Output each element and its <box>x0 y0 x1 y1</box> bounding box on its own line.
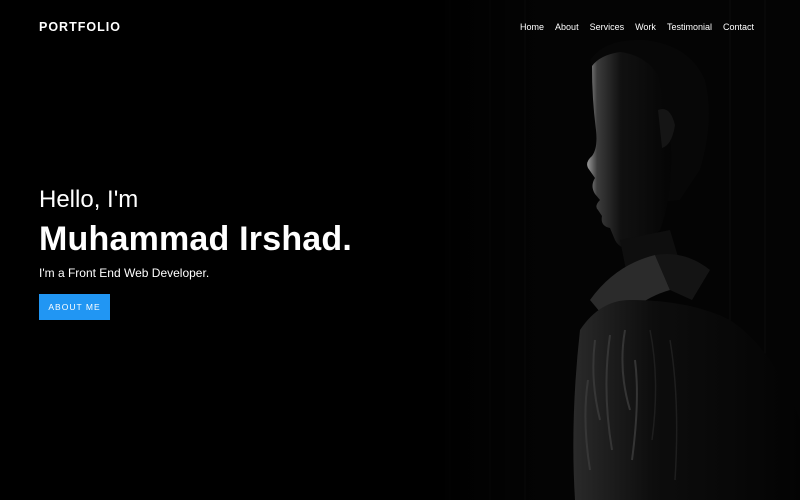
top-navbar: PORTFOLIO Home About Services Work Testi… <box>0 0 800 56</box>
brand-logo[interactable]: PORTFOLIO <box>39 20 121 34</box>
nav-link-about[interactable]: About <box>555 22 579 32</box>
nav-link-services[interactable]: Services <box>590 22 625 32</box>
about-me-button[interactable]: ABOUT ME <box>39 294 110 320</box>
nav-link-home[interactable]: Home <box>520 22 544 32</box>
hero-role: I'm a Front End Web Developer. <box>39 266 210 280</box>
portfolio-page: PORTFOLIO Home About Services Work Testi… <box>0 0 800 500</box>
nav-link-testimonial[interactable]: Testimonial <box>667 22 712 32</box>
hero-section: Hello, I'm Muhammad Irshad. I'm a Front … <box>39 183 352 320</box>
hero-name: Muhammad Irshad. <box>39 220 353 258</box>
main-nav: Home About Services Work Testimonial Con… <box>520 22 754 32</box>
nav-link-work[interactable]: Work <box>635 22 656 32</box>
hero-portrait <box>430 0 800 500</box>
nav-link-contact[interactable]: Contact <box>723 22 754 32</box>
hero-greeting: Hello, I'm <box>39 186 139 213</box>
